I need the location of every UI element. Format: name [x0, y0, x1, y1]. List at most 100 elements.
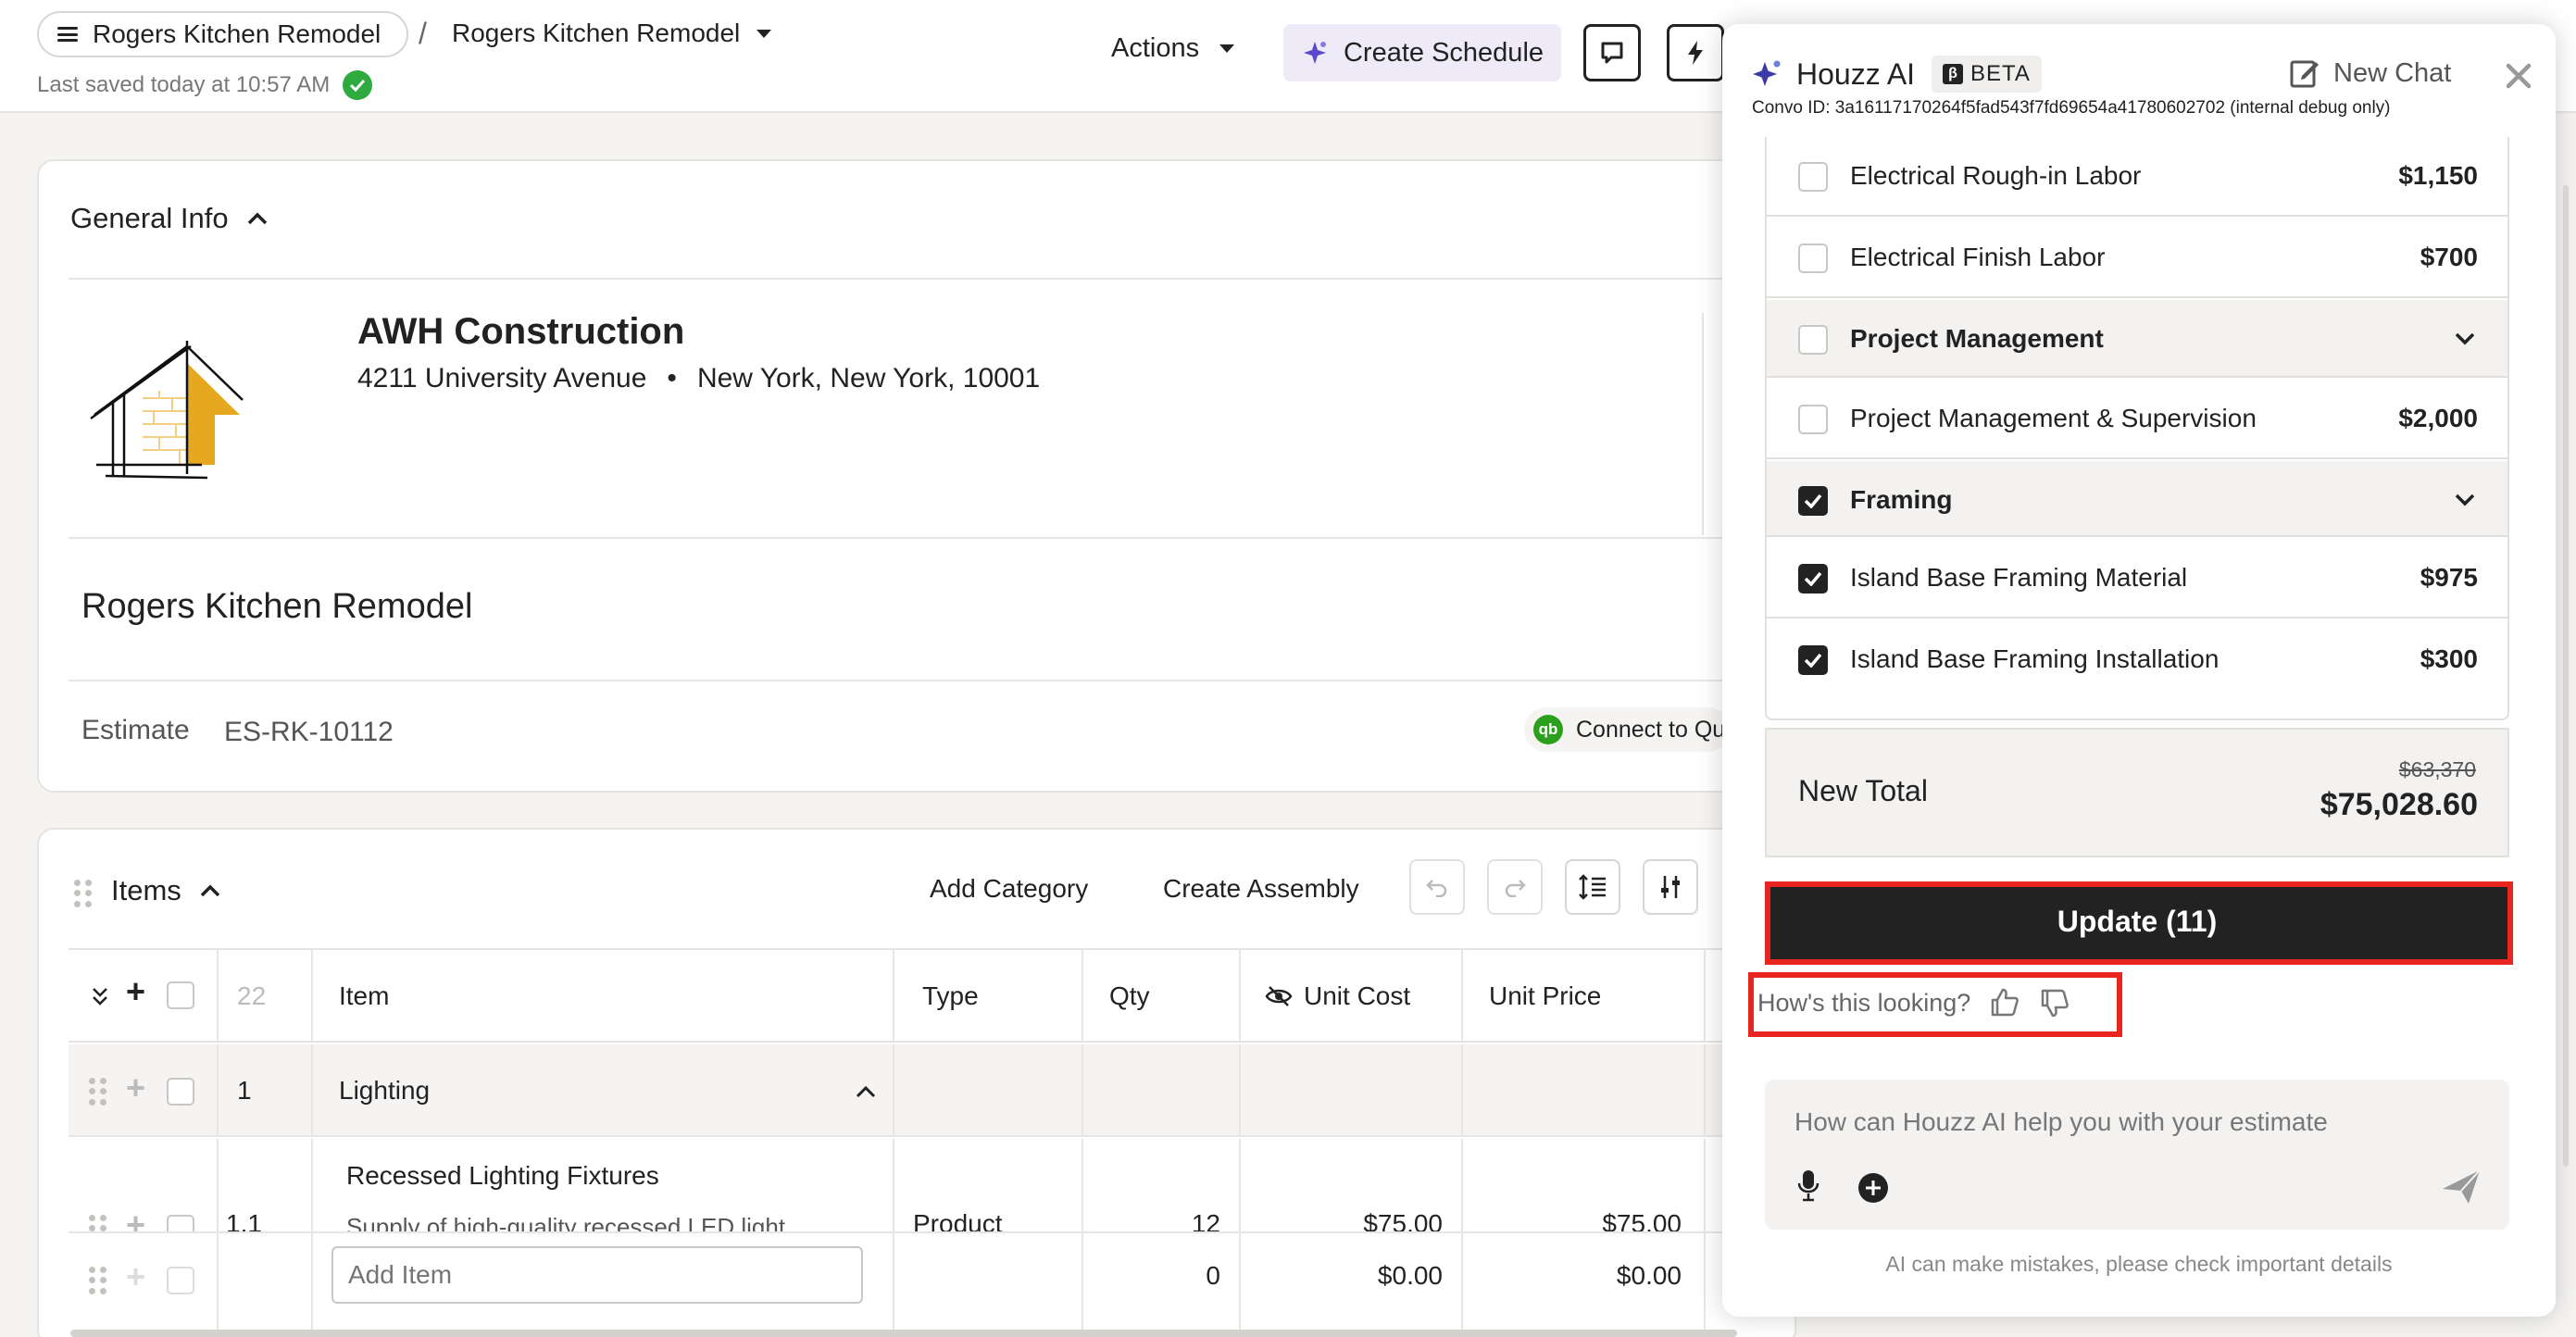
list-category[interactable]: Framing — [1767, 461, 2507, 537]
add-item-unit-price: $0.00 — [1616, 1261, 1682, 1290]
ai-disclaimer: AI can make mistakes, please check impor… — [1885, 1252, 2393, 1276]
close-icon[interactable] — [2506, 63, 2532, 89]
item-label: Electrical Finish Labor — [1850, 243, 2106, 271]
category-checkbox[interactable] — [1798, 325, 1828, 355]
category-checkbox-checked[interactable] — [1798, 486, 1828, 516]
list-item[interactable]: Project Management & Supervision $2,000 — [1767, 380, 2507, 459]
ai-panel-title: Houzz AI — [1796, 57, 1916, 91]
horizontal-scrollbar[interactable] — [70, 1330, 1737, 1337]
house-logo — [90, 341, 244, 480]
item-label: Project Management & Supervision — [1850, 404, 2257, 432]
quick-actions-button[interactable] — [1667, 24, 1724, 81]
drag-handle-icon[interactable] — [89, 1078, 107, 1106]
plus-icon[interactable]: + — [126, 1068, 145, 1107]
divider — [1239, 1044, 1241, 1137]
column-header-unit-cost[interactable]: Unit Cost — [1304, 981, 1410, 1011]
select-all-checkbox[interactable] — [167, 981, 194, 1009]
column-settings-button[interactable] — [1643, 859, 1698, 915]
send-icon[interactable] — [2441, 1168, 2482, 1206]
breadcrumb-current-dropdown[interactable]: Rogers Kitchen Remodel — [452, 19, 772, 48]
item-checkbox[interactable] — [1798, 162, 1828, 192]
highlight-update-button — [1765, 881, 2513, 965]
divider — [1704, 1233, 1706, 1330]
divider — [1239, 950, 1241, 1043]
project-breadcrumb-button[interactable]: Rogers Kitchen Remodel — [37, 11, 409, 57]
item-amount: $975 — [2420, 563, 2478, 592]
add-item-qty: 0 — [1206, 1261, 1220, 1290]
column-header-item[interactable]: Item — [339, 981, 389, 1011]
new-total-box: New Total $63,370 $75,028.60 — [1765, 728, 2509, 857]
item-label: Island Base Framing Installation — [1850, 644, 2220, 673]
item-checkbox[interactable] — [1798, 405, 1828, 434]
comments-button[interactable] — [1583, 24, 1641, 81]
chat-icon — [1601, 42, 1623, 64]
vertical-scrollbar[interactable] — [2563, 185, 2569, 1167]
table-header: + 22 Item Type Qty Unit Cost Unit Price … — [69, 948, 1794, 1043]
beta-badge: β BETA — [1932, 56, 2042, 93]
houzz-ai-panel: Houzz AI β BETA New Chat Convo ID: 3a161… — [1722, 24, 2556, 1317]
chevron-down-icon[interactable] — [2454, 493, 2476, 507]
company-city: New York, New York, 10001 — [696, 363, 1041, 394]
plus-icon[interactable]: + — [126, 972, 145, 1011]
list-item[interactable]: Island Base Framing Material $975 — [1767, 539, 2507, 619]
collapse-all-icon[interactable] — [91, 985, 109, 1007]
list-item[interactable]: Electrical Finish Labor $700 — [1767, 219, 2507, 298]
item-amount: $700 — [2420, 243, 2478, 271]
convo-id: Convo ID: 3a16117170264f5fad543f7fd69654… — [1752, 98, 2391, 118]
category-number: 1 — [237, 1076, 252, 1105]
list-category[interactable]: Project Management — [1767, 300, 2507, 378]
add-circle-icon[interactable] — [1857, 1172, 1889, 1204]
divider — [1082, 950, 1083, 1043]
sliders-icon — [1661, 876, 1680, 898]
column-header-type[interactable]: Type — [922, 981, 979, 1011]
list-item[interactable]: Electrical Rough-in Labor $1,150 — [1767, 137, 2507, 217]
add-item-input[interactable] — [331, 1246, 863, 1304]
breadcrumb-separator: / — [419, 17, 427, 50]
item-checkbox-checked[interactable] — [1798, 564, 1828, 594]
chevron-down-icon[interactable] — [2454, 331, 2476, 346]
create-schedule-label: Create Schedule — [1343, 37, 1544, 68]
microphone-icon[interactable] — [1796, 1168, 1820, 1202]
actions-dropdown[interactable]: Actions — [1111, 33, 1235, 64]
check-circle-icon — [343, 70, 373, 100]
table-row[interactable]: + 1.1 Recessed Lighting Fixtures Supply … — [69, 1139, 1794, 1244]
item-amount: $1,150 — [2398, 161, 2478, 190]
chat-input-box[interactable]: How can Houzz AI help you with your esti… — [1765, 1080, 2509, 1230]
item-name[interactable]: Recessed Lighting Fixtures — [346, 1161, 659, 1191]
category-name[interactable]: Lighting — [339, 1076, 430, 1106]
item-amount: $300 — [2420, 644, 2478, 673]
beta-label: BETA — [1970, 61, 2031, 86]
new-total-value: $75,028.60 — [2320, 787, 2478, 822]
company-address: 4211 University Avenue • New York, New Y… — [357, 363, 1040, 394]
column-header-qty[interactable]: Qty — [1109, 981, 1150, 1011]
general-info-toggle[interactable]: General Info — [70, 202, 268, 235]
bolt-icon — [1688, 41, 1703, 65]
chevron-up-icon[interactable] — [856, 1085, 876, 1098]
add-category-button[interactable]: Add Category — [930, 874, 1088, 904]
actions-label: Actions — [1111, 33, 1200, 63]
drag-handle-icon[interactable] — [74, 880, 93, 907]
beta-icon: β — [1943, 64, 1963, 84]
estimate-number: ES-RK-10112 — [224, 717, 394, 747]
undo-button[interactable] — [1409, 859, 1465, 915]
connect-quickbooks-button[interactable]: qb Connect to Qui — [1524, 707, 1731, 752]
sparkle-icon — [1303, 42, 1326, 64]
new-chat-button[interactable]: New Chat — [2289, 57, 2451, 89]
redo-button[interactable] — [1487, 859, 1543, 915]
item-label: Electrical Rough-in Labor — [1850, 161, 2142, 190]
row-checkbox[interactable] — [167, 1078, 194, 1106]
divider — [311, 1044, 313, 1137]
general-info-title: General Info — [70, 202, 229, 234]
chat-input-placeholder[interactable]: How can Houzz AI help you with your esti… — [1794, 1107, 2328, 1137]
create-assembly-button[interactable]: Create Assembly — [1163, 874, 1359, 904]
item-checkbox[interactable] — [1798, 244, 1828, 273]
items-toggle[interactable]: Items — [111, 874, 220, 907]
divider — [1461, 1044, 1463, 1137]
row-height-button[interactable] — [1565, 859, 1620, 915]
eye-off-icon[interactable] — [1265, 985, 1293, 1007]
item-checkbox-checked[interactable] — [1798, 645, 1828, 675]
column-header-unit-price[interactable]: Unit Price — [1489, 981, 1601, 1011]
create-schedule-button[interactable]: Create Schedule — [1283, 24, 1561, 81]
estimate-label: Estimate — [81, 715, 190, 745]
list-item[interactable]: Island Base Framing Installation $300 — [1767, 620, 2507, 700]
